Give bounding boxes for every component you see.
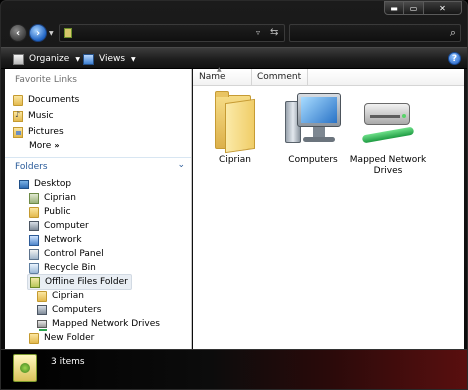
organize-icon <box>13 53 24 65</box>
tree-item-label: Recycle Bin <box>44 263 96 273</box>
music-folder-icon <box>13 110 23 122</box>
column-header-comment[interactable]: Comment <box>257 72 301 82</box>
tree-item-ciprian-sub[interactable]: Ciprian <box>37 289 84 303</box>
favorite-link-pictures[interactable]: Pictures <box>13 125 64 139</box>
column-divider[interactable] <box>307 69 308 85</box>
double-chevron-icon: » <box>54 141 60 150</box>
help-icon[interactable]: ? <box>448 52 461 65</box>
tree-item-label: New Folder <box>44 333 95 343</box>
status-bar: 3 items <box>1 349 467 389</box>
search-icon[interactable]: ⌕ <box>450 26 456 40</box>
organize-button[interactable]: Organize ▼ <box>13 52 80 66</box>
folder-icon <box>29 206 39 218</box>
views-button[interactable]: Views ▼ <box>83 52 136 66</box>
tree-item-label: Computer <box>44 221 89 231</box>
more-links-button[interactable]: More» <box>29 141 59 151</box>
address-dropdown-icon[interactable]: ▿ <box>256 28 260 37</box>
tree-item-desktop[interactable]: Desktop <box>19 177 71 191</box>
network-icon <box>29 234 39 246</box>
tree-item-offline-files-folder[interactable]: Offline Files Folder <box>27 274 132 290</box>
address-bar[interactable]: ▿ ⇆ <box>59 24 285 42</box>
file-item-label: Mapped Network Drives <box>349 155 427 176</box>
tree-item-label: Mapped Network Drives <box>52 319 160 329</box>
tree-item-network[interactable]: Network <box>29 233 82 247</box>
forward-button[interactable]: › <box>29 24 47 42</box>
tree-item-label: Computers <box>52 305 102 315</box>
folder-icon <box>13 94 23 106</box>
column-header-row: ▲ Name Comment <box>193 66 464 86</box>
folder-icon <box>211 89 259 154</box>
column-header-name[interactable]: Name <box>199 72 226 82</box>
offline-files-icon <box>13 354 37 382</box>
mapped-drive-icon <box>356 89 420 153</box>
tree-item-control-panel[interactable]: Control Panel <box>29 247 104 261</box>
favorite-link-music[interactable]: Music <box>13 109 54 123</box>
recycle-bin-icon <box>29 262 39 274</box>
views-label: Views <box>99 54 126 64</box>
command-toolbar: Organize ▼ Views ▼ ? <box>1 47 467 69</box>
tree-item-recycle-bin[interactable]: Recycle Bin <box>29 261 96 275</box>
search-input[interactable]: ⌕ <box>289 24 461 42</box>
mapped-drive-icon <box>37 320 47 331</box>
folder-icon <box>37 290 47 302</box>
folder-icon <box>29 332 39 344</box>
chevron-down-icon: ▼ <box>75 55 80 63</box>
tree-item-computer[interactable]: Computer <box>29 219 89 233</box>
refresh-icon[interactable]: ⇆ <box>270 27 278 38</box>
computer-icon <box>281 89 345 153</box>
tree-item-label: Desktop <box>34 179 72 189</box>
file-item-label: Computers <box>288 155 338 165</box>
file-list: ▲ Name Comment Ciprian Computers Mapped … <box>193 66 464 349</box>
recent-pages-dropdown[interactable]: ▼ <box>49 30 54 37</box>
desktop-icon <box>19 179 29 189</box>
chevron-down-icon[interactable]: ⌄ <box>177 160 185 170</box>
views-icon <box>83 53 94 65</box>
tree-item-label: Public <box>44 207 71 217</box>
close-button[interactable]: ✕ <box>424 1 462 15</box>
column-divider[interactable] <box>251 69 252 85</box>
pictures-folder-icon <box>13 126 23 138</box>
caption-buttons: ▬ ▭ ✕ <box>384 1 462 15</box>
favorite-link-documents[interactable]: Documents <box>13 93 79 107</box>
computer-icon <box>37 305 47 315</box>
tree-item-ciprian[interactable]: Ciprian <box>29 191 76 205</box>
tree-item-label: Ciprian <box>52 291 84 301</box>
file-item-computers[interactable]: Computers <box>273 89 353 166</box>
maximize-button[interactable]: ▭ <box>404 1 424 15</box>
tree-item-new-folder[interactable]: New Folder <box>29 331 94 345</box>
tree-item-label: Control Panel <box>44 249 104 259</box>
navigation-pane: Favorite Links Documents Music Pictures … <box>5 69 192 349</box>
tree-item-computers[interactable]: Computers <box>37 303 101 317</box>
back-button[interactable]: ‹ <box>9 24 27 42</box>
more-label: More <box>29 141 52 151</box>
tree-item-label: Offline Files Folder <box>45 277 128 287</box>
organize-label: Organize <box>29 54 70 64</box>
user-folder-icon <box>29 192 39 204</box>
folders-title: Folders <box>15 162 48 172</box>
chevron-down-icon: ▼ <box>131 55 136 63</box>
tree-item-public[interactable]: Public <box>29 205 71 219</box>
minimize-button[interactable]: ▬ <box>384 1 404 15</box>
file-item-ciprian[interactable]: Ciprian <box>195 89 275 166</box>
computer-icon <box>29 221 39 231</box>
item-count: 3 items <box>51 357 85 367</box>
favorite-links-title: Favorite Links <box>15 75 77 85</box>
tree-item-label: Ciprian <box>44 193 76 203</box>
favorite-link-label: Pictures <box>28 127 64 137</box>
file-item-label: Ciprian <box>219 155 251 165</box>
explorer-window: ▬ ▭ ✕ ‹ › ▼ ▿ ⇆ ⌕ Organize ▼ Views ▼ ? F… <box>0 0 468 390</box>
favorite-link-label: Music <box>28 111 54 121</box>
favorite-link-label: Documents <box>28 95 80 105</box>
control-panel-icon <box>29 248 39 260</box>
offline-files-icon <box>30 276 40 288</box>
folders-header[interactable]: Folders ⌄ <box>5 157 191 175</box>
tree-item-mapped-network-drives[interactable]: Mapped Network Drives <box>37 317 160 331</box>
file-item-mapped-network-drives[interactable]: Mapped Network Drives <box>347 89 429 177</box>
offline-files-icon <box>64 28 72 38</box>
tree-item-label: Network <box>44 235 82 245</box>
